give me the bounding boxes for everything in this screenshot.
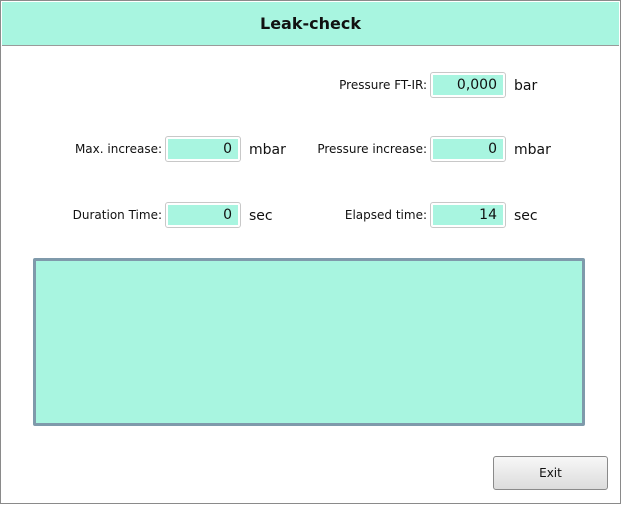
pressure-ftir-value: 0,000 xyxy=(433,75,503,95)
max-increase-field[interactable]: 0 xyxy=(165,136,241,162)
pressure-increase-value: 0 xyxy=(433,139,503,159)
duration-time-unit: sec xyxy=(249,208,273,224)
exit-button[interactable]: Exit xyxy=(493,456,608,490)
elapsed-time-unit: sec xyxy=(514,208,538,224)
window-title: Leak-check xyxy=(260,14,361,33)
pressure-increase-field[interactable]: 0 xyxy=(430,136,506,162)
pressure-ftir-field[interactable]: 0,000 xyxy=(430,72,506,98)
duration-time-value: 0 xyxy=(168,205,238,225)
duration-time-field[interactable]: 0 xyxy=(165,202,241,228)
log-area[interactable] xyxy=(33,258,585,426)
elapsed-time-label: Elapsed time: xyxy=(344,208,427,222)
max-increase-unit: mbar xyxy=(249,142,286,158)
elapsed-time-value: 14 xyxy=(433,205,503,225)
pressure-ftir-label: Pressure FT-IR: xyxy=(339,78,427,92)
max-increase-label: Max. increase: xyxy=(74,142,162,156)
pressure-increase-label: Pressure increase: xyxy=(317,142,427,156)
duration-time-label: Duration Time: xyxy=(72,208,162,222)
max-increase-value: 0 xyxy=(168,139,238,159)
pressure-increase-unit: mbar xyxy=(514,142,551,158)
title-bar: Leak-check xyxy=(2,2,619,46)
leak-check-window: Leak-check Pressure FT-IR: 0,000 bar Max… xyxy=(0,0,621,504)
elapsed-time-field[interactable]: 14 xyxy=(430,202,506,228)
pressure-ftir-unit: bar xyxy=(514,78,538,94)
